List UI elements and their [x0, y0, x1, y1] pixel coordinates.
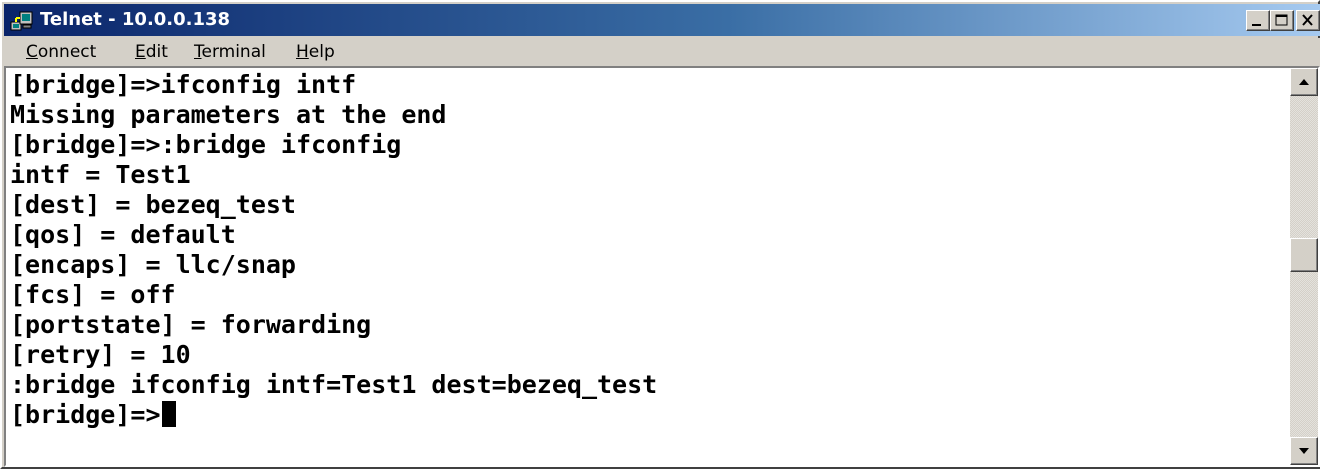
scroll-up-arrow-icon: [1299, 79, 1309, 85]
terminal-line: [portstate] = forwarding: [10, 310, 372, 339]
minimize-icon: [1252, 24, 1261, 26]
terminal-line: :bridge ifconfig intf=Test1 dest=bezeq_t…: [10, 370, 658, 399]
maximize-icon: [1275, 14, 1288, 26]
telnet-computer-icon[interactable]: [10, 10, 34, 32]
terminal-line: [bridge]=>ifconfig intf: [10, 70, 357, 99]
scrollbar-thumb[interactable]: [1290, 238, 1318, 272]
menu-terminal[interactable]: Terminal: [194, 38, 266, 66]
terminal-line: [encaps] = llc/snap: [10, 250, 296, 279]
terminal-line: [bridge]=>:bridge ifconfig: [10, 130, 402, 159]
terminal-line: [fcs] = off: [10, 280, 176, 309]
scroll-down-button[interactable]: [1290, 437, 1318, 465]
terminal-line: [qos] = default: [10, 220, 236, 249]
terminal-line: Missing parameters at the end: [10, 100, 447, 129]
minimize-button[interactable]: [1246, 10, 1270, 31]
terminal-prompt: [bridge]=>: [10, 400, 161, 429]
terminal-client-area: [bridge]=>ifconfig intf Missing paramete…: [4, 66, 1320, 467]
terminal-output[interactable]: [bridge]=>ifconfig intf Missing paramete…: [8, 68, 1290, 465]
terminal-line: intf = Test1: [10, 160, 191, 189]
scroll-down-arrow-icon: [1299, 448, 1309, 454]
terminal-prompt-line[interactable]: [bridge]=>: [10, 400, 176, 430]
scroll-up-button[interactable]: [1290, 68, 1318, 96]
maximize-button[interactable]: [1270, 10, 1294, 31]
vertical-scrollbar[interactable]: [1290, 68, 1318, 465]
terminal-line: [dest] = bezeq_test: [10, 190, 296, 219]
window-title: Telnet - 10.0.0.138: [40, 9, 231, 30]
menu-edit[interactable]: Edit: [135, 38, 168, 66]
close-button[interactable]: [1296, 10, 1320, 31]
menu-connect[interactable]: Connect: [26, 38, 96, 66]
text-cursor: [161, 401, 176, 427]
menu-bar: Connect Edit Terminal Help: [4, 38, 1320, 66]
terminal-line: [retry] = 10: [10, 340, 191, 369]
title-bar[interactable]: Telnet - 10.0.0.138: [4, 4, 1320, 36]
telnet-window: Telnet - 10.0.0.138 Connect Edit Termina…: [0, 0, 1320, 469]
menu-help[interactable]: Help: [296, 38, 335, 66]
close-icon: [1302, 14, 1313, 26]
